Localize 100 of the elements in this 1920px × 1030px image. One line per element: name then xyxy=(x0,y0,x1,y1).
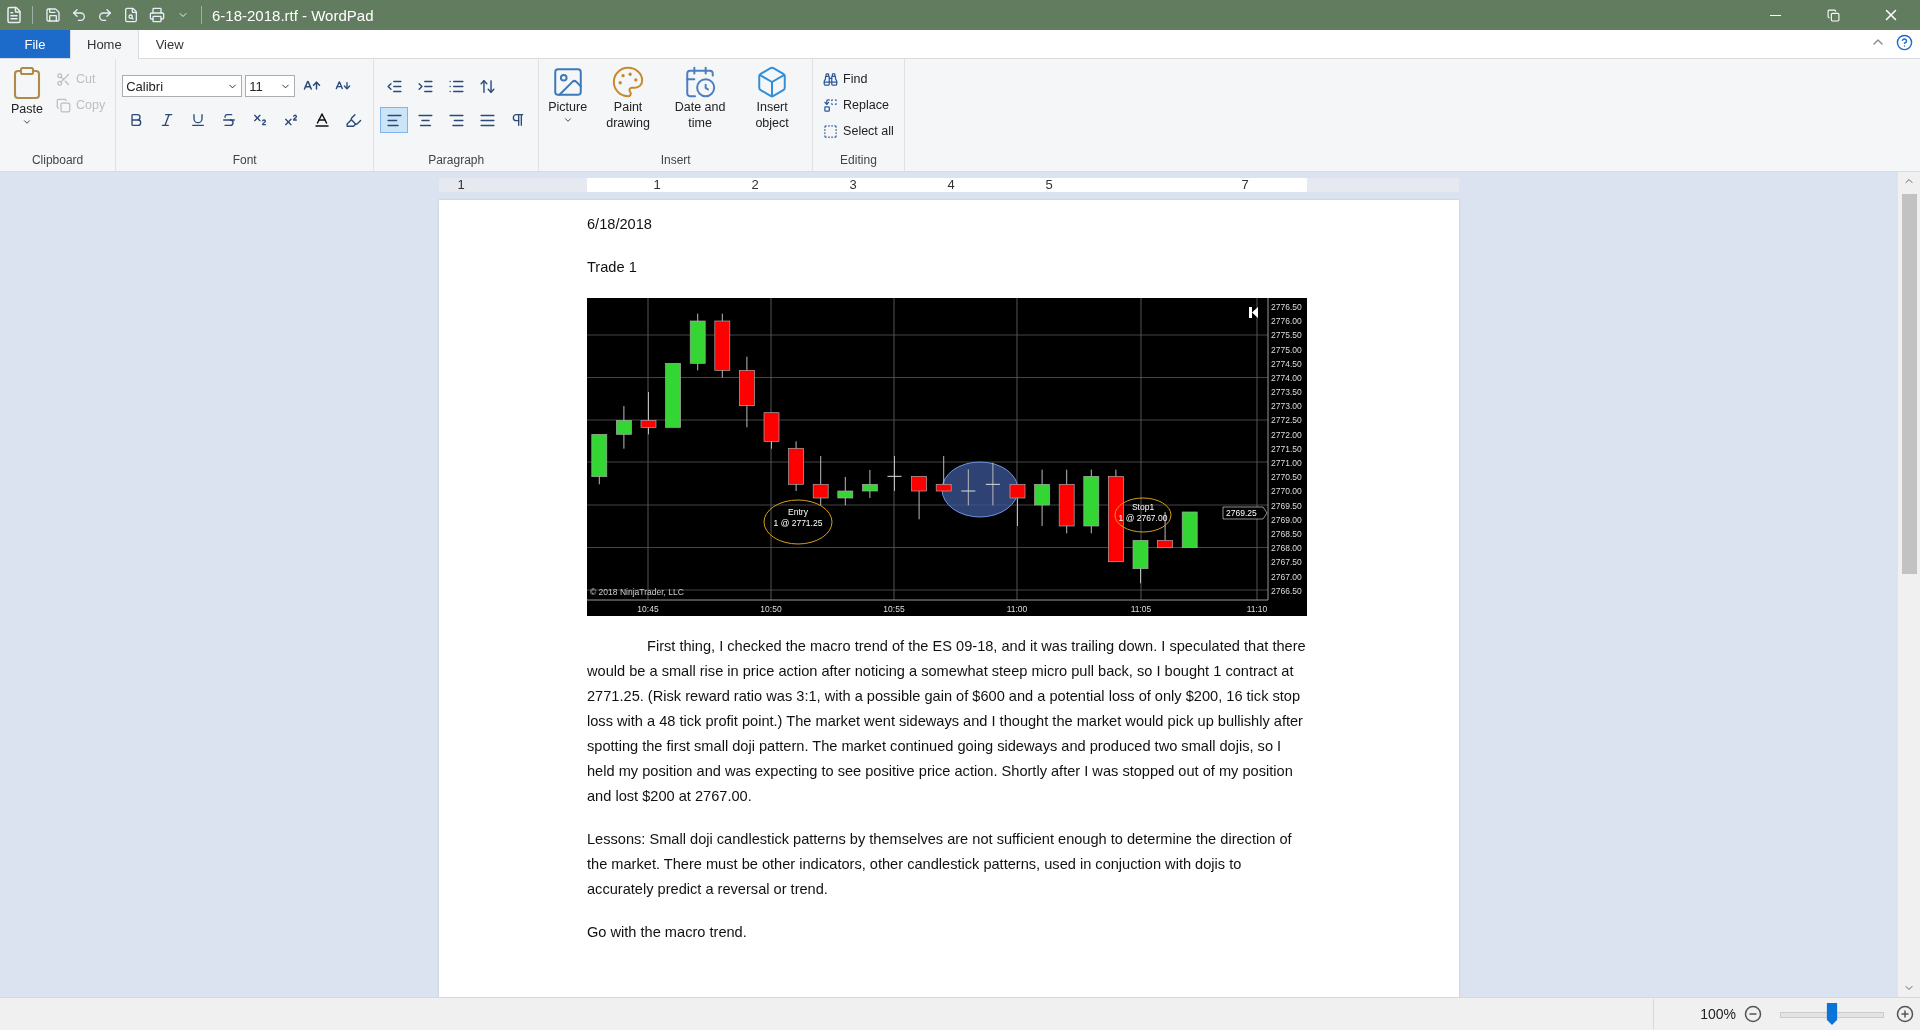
document-line: Go with the macro trend. xyxy=(587,923,748,942)
zoom-in-icon xyxy=(1896,1005,1914,1023)
object-button[interactable]: Insert object xyxy=(738,63,807,151)
paste-button[interactable]: Paste xyxy=(6,63,48,151)
picture-button[interactable]: Picture xyxy=(545,63,591,151)
find-button[interactable]: Find xyxy=(819,67,898,91)
candle xyxy=(1009,483,1026,527)
entry-price: 1 @ 2771.25 xyxy=(773,518,823,528)
vertical-scrollbar[interactable] xyxy=(1898,172,1920,997)
printer-icon xyxy=(149,7,165,23)
axis-label: 2768.50 xyxy=(1271,528,1302,539)
group-label: Editing xyxy=(839,152,878,169)
candle xyxy=(1132,539,1149,584)
candle xyxy=(837,476,854,506)
doji-candle xyxy=(985,462,1001,506)
strikethrough-icon xyxy=(221,112,238,128)
print-preview-icon xyxy=(123,7,139,23)
axis-label: 2773.00 xyxy=(1271,401,1302,412)
stop-price: 1 @ 2767.00 xyxy=(1118,513,1168,523)
file-menu-tab[interactable]: File xyxy=(0,30,70,58)
entry-circle xyxy=(763,499,833,545)
copy-icon xyxy=(56,97,71,113)
axis-label: 2775.00 xyxy=(1271,344,1302,355)
select-all-icon xyxy=(823,123,839,139)
axis-label: 2769.00 xyxy=(1271,514,1302,525)
axis-label: 10:45 xyxy=(637,604,659,614)
copyright-text: © 2018 NinjaTrader, LLC xyxy=(590,587,684,597)
body-paragraph: Lessons: Small doji candlestick patterns by themselves are not sufficient enough to determine the direction of the market. There must be other indicators, other candlestick patterns, used in conjuction with dojis to accurately predict a reversal or trend. xyxy=(587,830,1293,899)
candle xyxy=(788,440,804,492)
axis-label: 2772.50 xyxy=(1271,415,1302,426)
ruler-number: 2 xyxy=(751,177,759,192)
binoculars-icon xyxy=(823,71,839,87)
axis-label: 2768.00 xyxy=(1271,543,1302,554)
axis-label: 10:50 xyxy=(760,604,782,614)
font-size-field[interactable]: 11 xyxy=(245,75,296,97)
zoom-out-icon xyxy=(1744,1005,1762,1023)
axis-label: 2774.00 xyxy=(1271,372,1302,383)
candle xyxy=(763,412,780,450)
group-label: Insert xyxy=(659,152,692,169)
align-left-button[interactable] xyxy=(380,107,409,133)
candle xyxy=(591,433,608,485)
ribbon-tab[interactable]: Home xyxy=(70,30,139,59)
replace-icon xyxy=(823,97,839,113)
axis-label: 2769.50 xyxy=(1271,500,1302,511)
scissors-icon xyxy=(56,71,71,87)
redo-icon xyxy=(97,7,113,23)
candle xyxy=(862,469,878,499)
axis-label: 10:55 xyxy=(883,604,905,614)
stop-circle xyxy=(1114,497,1172,533)
selectall-button[interactable]: Select all xyxy=(819,119,898,143)
zoom-out-button[interactable] xyxy=(1744,1005,1762,1023)
axis-label: 2774.50 xyxy=(1271,358,1302,369)
axis-label: 11:00 xyxy=(1006,604,1028,614)
paint-button[interactable]: Paint drawing xyxy=(594,63,663,151)
ruler-number: 4 xyxy=(947,177,955,192)
zoom-in-button[interactable] xyxy=(1896,1005,1914,1023)
zoom-slider[interactable] xyxy=(1780,1002,1884,1026)
ruler-number: 3 xyxy=(849,177,857,192)
help-icon xyxy=(1895,33,1913,51)
price-marker: 2769.25 xyxy=(1222,506,1268,520)
candle xyxy=(665,362,681,428)
candle xyxy=(935,455,952,492)
axis-label: 2771.00 xyxy=(1271,458,1302,469)
axis-label: 2767.50 xyxy=(1271,557,1302,568)
ruler-number: 1 xyxy=(457,177,465,192)
axis-label: 11:10 xyxy=(1246,604,1268,614)
entry-label: Entry xyxy=(788,507,808,517)
ruler-number: 7 xyxy=(1241,177,1249,192)
subscript-icon xyxy=(252,112,269,128)
axis-label: 2771.50 xyxy=(1271,443,1302,454)
axis-label: 2773.50 xyxy=(1271,387,1302,398)
axis-label: 2776.50 xyxy=(1271,302,1302,312)
datetime-button[interactable]: Date and time xyxy=(666,63,735,151)
window-title: 6-18-2018.rtf - WordPad xyxy=(212,6,375,24)
group-label: Font xyxy=(231,152,258,169)
ruler-number: 1 xyxy=(653,177,661,192)
document-line: 6/18/2018 xyxy=(587,215,653,234)
palette-icon xyxy=(611,65,646,99)
candle xyxy=(689,313,706,371)
document-line: Trade 1 xyxy=(587,258,638,277)
replace-button[interactable]: Replace xyxy=(819,93,898,117)
font-family-field[interactable]: Calibri xyxy=(122,75,243,97)
axis-label: 11:05 xyxy=(1130,604,1152,614)
axis-label: 2770.00 xyxy=(1271,486,1302,497)
candle xyxy=(1058,469,1075,534)
candle xyxy=(616,405,632,450)
body-paragraph: First thing, I checked the macro trend of the ES 09-18, and it was trailing down. I speculated that there would be a small rise in price action after noticing a somewhat steep micro pull back, so I bought 1 contract at 2771.25. (Risk reward ratio was 3:1, with a possible gain of $600 and a potential loss of only $200, 16 tick stop loss with a 48 tick profit point.) The market went sideways and I thought the market would pick up bullishly after spotting the first small doji pattern. The market continued going sideways and produced two small dojis, so I held my position and was expecting to see positive price action. Shortly after I was stopped out of my position and lost $200 at 2767.00. xyxy=(587,637,1307,806)
ruler-number: 5 xyxy=(1045,177,1053,192)
zoom-thumb[interactable] xyxy=(1826,1003,1838,1025)
underline-icon xyxy=(190,112,207,128)
undo-icon xyxy=(71,7,87,23)
axis-label: 2772.00 xyxy=(1271,429,1302,440)
flag-icon xyxy=(1249,307,1258,318)
axis-label: 2770.50 xyxy=(1271,472,1302,483)
group-label: Clipboard xyxy=(30,152,85,169)
candle xyxy=(739,356,755,428)
minimize-icon xyxy=(1769,14,1781,16)
doji-candle xyxy=(887,455,902,492)
candle xyxy=(1083,469,1100,534)
axis-label: 2775.50 xyxy=(1271,330,1302,341)
